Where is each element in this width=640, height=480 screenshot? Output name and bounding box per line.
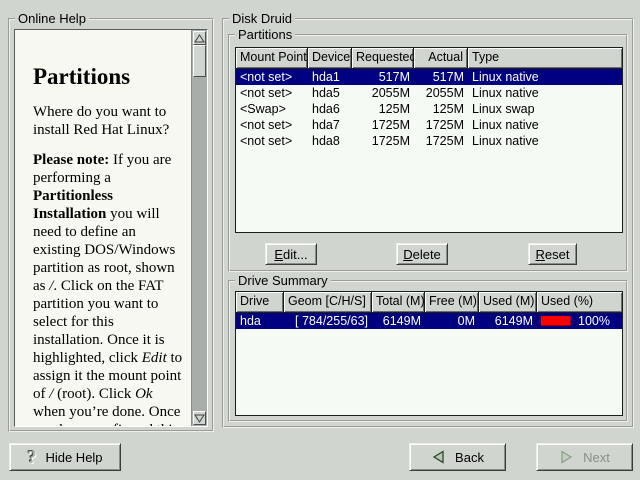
help-content: Partitions Where do you want to install … — [15, 30, 191, 426]
used-percent-bar — [541, 316, 571, 326]
table-cell: hda7 — [308, 117, 352, 133]
table-cell: hda — [236, 313, 284, 329]
partitions-table: Mount PointDeviceRequestedActualType <no… — [235, 47, 623, 233]
table-cell: Linux native — [468, 133, 622, 149]
column-header[interactable]: Used (%) — [537, 292, 622, 312]
table-cell: <not set> — [236, 69, 308, 85]
reset-button[interactable]: Reset — [528, 243, 577, 265]
used-percent-cell: 100% — [537, 313, 622, 329]
scroll-up-button[interactable] — [193, 31, 206, 45]
table-cell: hda8 — [308, 133, 352, 149]
edit-button[interactable]: Edit... — [265, 243, 317, 265]
column-header[interactable]: Type — [468, 48, 622, 68]
table-cell: <not set> — [236, 117, 308, 133]
help-paragraph: Where do you want to install Red Hat Lin… — [33, 103, 183, 139]
column-header[interactable]: Total (M) — [372, 292, 425, 312]
next-arrow-icon — [559, 450, 574, 464]
table-cell: <Swap> — [236, 101, 308, 117]
drive-summary-header: DriveGeom [C/H/S]Total (M)Free (M)Used (… — [236, 292, 622, 313]
table-cell: 517M — [414, 69, 468, 85]
table-row[interactable]: <not set>hda81725M1725MLinux native — [236, 133, 622, 149]
back-arrow-icon — [431, 450, 446, 464]
table-row[interactable]: hda[ 784/255/63]6149M0M6149M100% — [236, 313, 622, 329]
table-cell: 1725M — [352, 117, 414, 133]
table-cell: 0M — [425, 313, 479, 329]
scroll-down-button[interactable] — [193, 411, 206, 425]
column-header[interactable]: Mount Point — [236, 48, 308, 68]
table-cell: Linux native — [468, 69, 622, 85]
scroll-thumb[interactable] — [193, 45, 206, 77]
back-button[interactable]: Back — [409, 443, 506, 471]
table-row[interactable]: <not set>hda52055M2055MLinux native — [236, 85, 622, 101]
table-cell: 125M — [414, 101, 468, 117]
table-row[interactable]: <not set>hda71725M1725MLinux native — [236, 117, 622, 133]
disk-druid-frame-label: Disk Druid — [229, 11, 295, 26]
delete-button[interactable]: Delete — [396, 243, 448, 265]
partitions-section: Partitions Mount PointDeviceRequestedAct… — [228, 34, 628, 272]
column-header[interactable]: Drive — [236, 292, 284, 312]
table-cell: <not set> — [236, 133, 308, 149]
table-cell: 1725M — [414, 117, 468, 133]
table-row[interactable]: <Swap>hda6125M125MLinux swap — [236, 101, 622, 117]
table-cell: Linux native — [468, 117, 622, 133]
help-icon: ? — [27, 449, 36, 465]
column-header[interactable]: Used (M) — [479, 292, 537, 312]
help-title: Partitions — [33, 64, 183, 90]
table-row[interactable]: <not set>hda1517M517MLinux native — [236, 69, 622, 85]
help-paragraphs: Where do you want to install Red Hat Lin… — [33, 103, 183, 426]
column-header[interactable]: Free (M) — [425, 292, 479, 312]
help-paragraph: Please note: If you are performing a Par… — [33, 151, 183, 426]
table-cell: [ 784/255/63] — [284, 313, 372, 329]
table-cell: hda1 — [308, 69, 352, 85]
table-cell: Linux swap — [468, 101, 622, 117]
column-header[interactable]: Geom [C/H/S] — [284, 292, 372, 312]
drive-summary-body: hda[ 784/255/63]6149M0M6149M100% — [236, 313, 622, 329]
help-scrollbar[interactable] — [191, 30, 207, 426]
table-cell: 517M — [352, 69, 414, 85]
drive-summary-frame-label: Drive Summary — [235, 273, 331, 288]
table-cell: Linux native — [468, 85, 622, 101]
down-arrow-icon — [194, 414, 205, 423]
table-cell: hda6 — [308, 101, 352, 117]
drive-summary-section: Drive Summary DriveGeom [C/H/S]Total (M)… — [228, 280, 628, 422]
drive-summary-table: DriveGeom [C/H/S]Total (M)Free (M)Used (… — [235, 291, 623, 416]
column-header[interactable]: Actual — [414, 48, 468, 68]
partitions-frame-label: Partitions — [235, 27, 295, 42]
disk-druid-panel: Disk Druid Partitions Mount PointDeviceR… — [222, 18, 634, 428]
partitions-body: <not set>hda1517M517MLinux native<not se… — [236, 69, 622, 149]
hide-help-button[interactable]: ? Hide Help — [9, 443, 121, 471]
installer-window: { "colors": { "background": "#d1d5d0", "… — [0, 0, 640, 480]
table-cell: 1725M — [414, 133, 468, 149]
column-header[interactable]: Device — [308, 48, 352, 68]
table-cell: hda5 — [308, 85, 352, 101]
column-header[interactable]: Requested — [352, 48, 414, 68]
online-help-panel: Online Help Partitions Where do you want… — [8, 18, 214, 432]
table-cell: 6149M — [372, 313, 425, 329]
partitions-header: Mount PointDeviceRequestedActualType — [236, 48, 622, 69]
used-percent-label: 100% — [578, 313, 610, 329]
table-cell: 2055M — [414, 85, 468, 101]
table-cell: 125M — [352, 101, 414, 117]
help-viewport: Partitions Where do you want to install … — [14, 29, 208, 427]
table-cell: 2055M — [352, 85, 414, 101]
up-arrow-icon — [194, 34, 205, 43]
table-cell: 6149M — [479, 313, 537, 329]
table-cell: 1725M — [352, 133, 414, 149]
next-button[interactable]: Next — [536, 443, 633, 471]
online-help-frame-label: Online Help — [15, 11, 89, 26]
table-cell: <not set> — [236, 85, 308, 101]
